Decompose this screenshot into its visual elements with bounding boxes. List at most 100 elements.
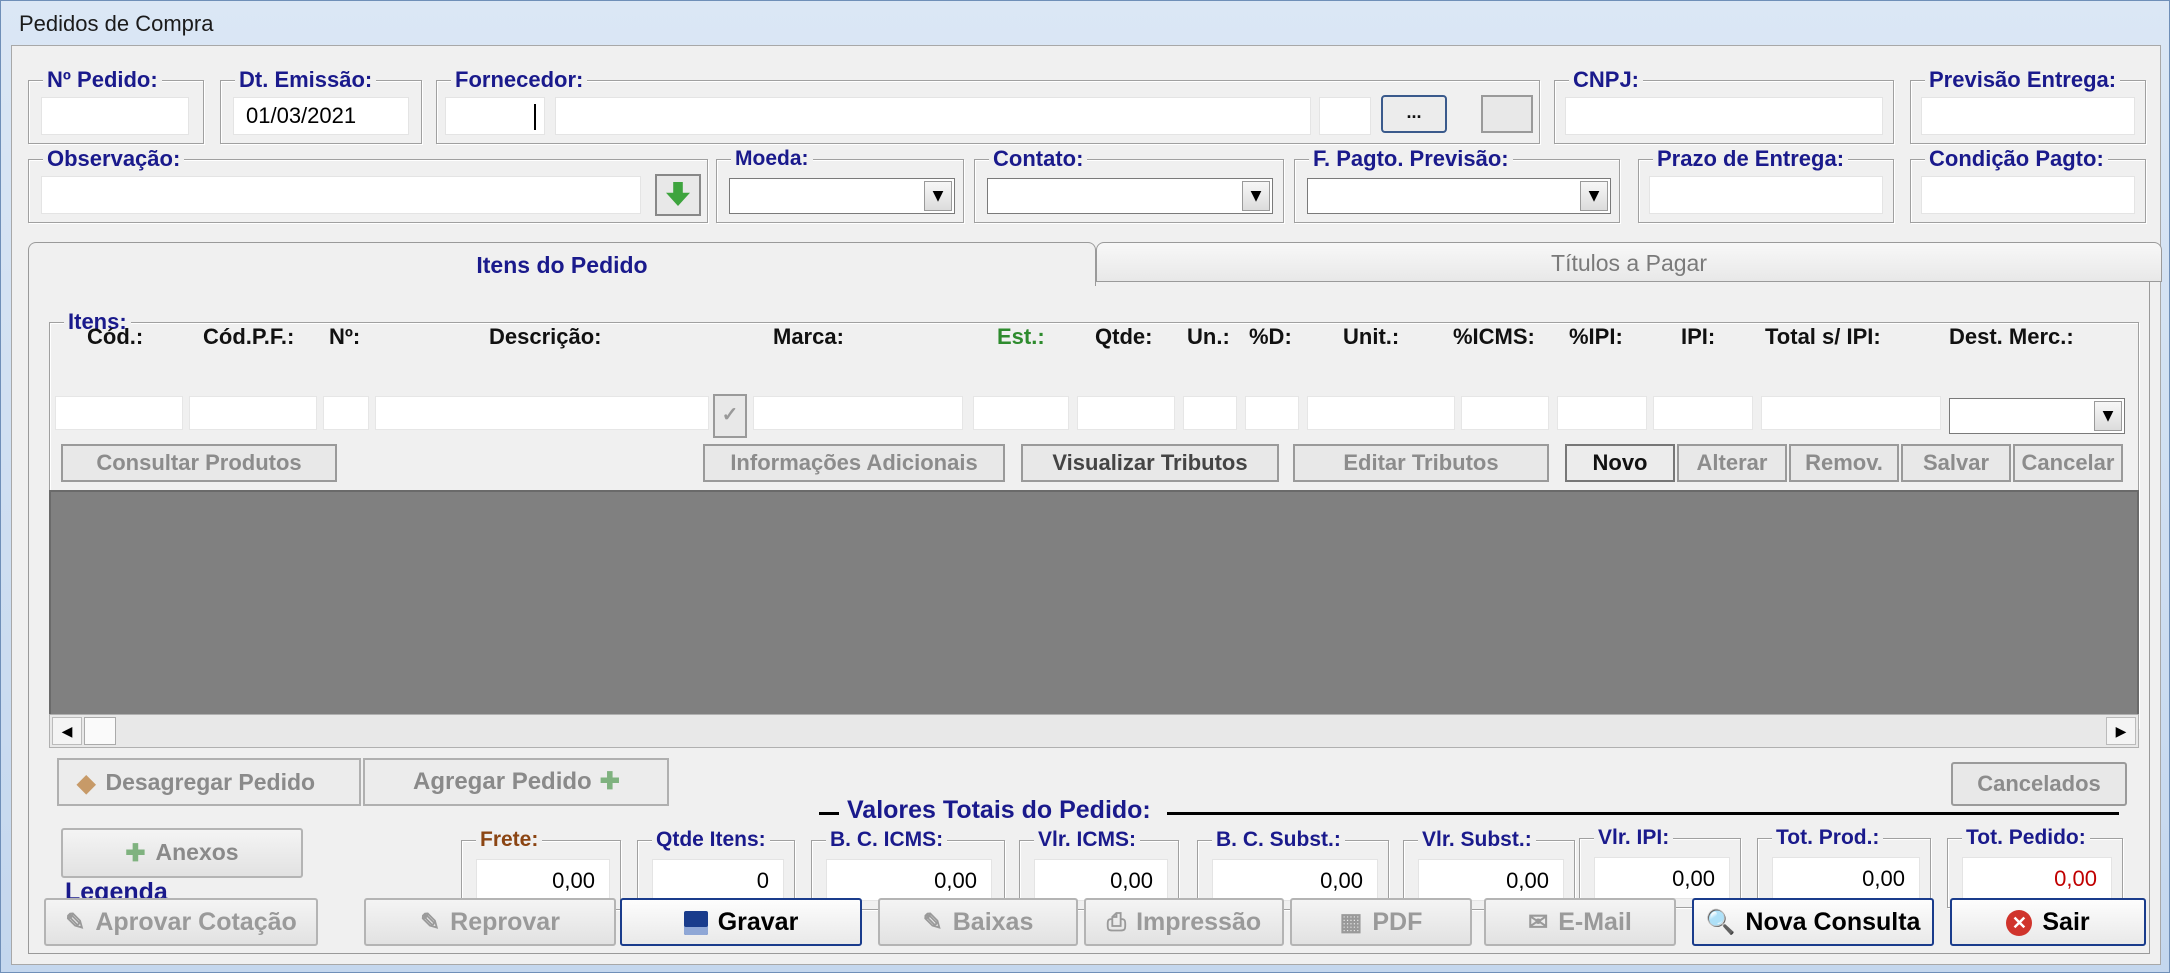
nova-consulta-button[interactable]: 🔍 Nova Consulta [1692,898,1934,946]
cancelados-button[interactable]: Cancelados [1951,762,2127,806]
fornecedor-name-input[interactable] [555,97,1311,135]
horizontal-scrollbar[interactable]: ◀ ▶ [49,714,2139,748]
scroll-right-icon[interactable]: ▶ [2106,717,2136,745]
agregar-pedido-button[interactable]: Agregar Pedido ✚ [363,758,669,806]
chevron-down-icon[interactable]: ▼ [1242,181,1270,211]
bc-icms-input[interactable]: 0,00 [826,859,992,901]
item-descricao-input[interactable] [375,396,709,430]
totais-title: Valores Totais do Pedido: [847,796,1151,824]
contato-select[interactable]: ▼ [987,178,1273,214]
label-vlr-ipi: Vlr. IPI: [1594,825,1674,851]
sair-button[interactable]: ✕ Sair [1950,898,2146,946]
col-qtde: Qtde: [1095,324,1153,349]
chevron-down-icon[interactable]: ▼ [2094,401,2122,431]
consultar-produtos-button[interactable]: Consultar Produtos [61,444,337,482]
aprovar-cotacao-button[interactable]: ✎ Aprovar Cotação [44,898,318,946]
previsao-input[interactable] [1921,97,2135,135]
tot-prod-input[interactable]: 0,00 [1772,857,1920,899]
col-marca: Marca: [773,324,844,349]
scroll-left-icon[interactable]: ◀ [52,717,82,745]
fornecedor-code-input[interactable] [445,97,545,135]
gravar-button[interactable]: Gravar [620,898,862,946]
impressao-button[interactable]: ⎙ Impressão [1084,898,1284,946]
bc-subst-input[interactable]: 0,00 [1212,859,1378,901]
scroll-thumb[interactable] [84,717,116,745]
item-est-input[interactable] [973,396,1069,430]
alterar-button[interactable]: Alterar [1677,444,1787,482]
pdf-button[interactable]: ▦ PDF [1290,898,1472,946]
item-icms-input[interactable] [1461,396,1549,430]
col-pd: %D: [1249,324,1292,349]
item-ipi-input[interactable] [1653,396,1753,430]
vlr-ipi-input[interactable]: 0,00 [1594,857,1730,899]
item-pd-input[interactable] [1245,396,1299,430]
fornecedor-browse-button[interactable]: ... [1381,95,1447,133]
fpagto-select[interactable]: ▼ [1307,178,1611,214]
label-fpagto: F. Pagto. Previsão: [1309,146,1513,172]
condicao-input[interactable] [1921,176,2135,214]
label-bc-subst: B. C. Subst.: [1212,827,1345,853]
fornecedor-extra-input[interactable] [1319,97,1371,135]
vlr-subst-input[interactable]: 0,00 [1418,859,1564,901]
cnpj-input[interactable] [1565,97,1883,135]
tab-label: Títulos a Pagar [1551,250,1707,276]
totais-line-left [819,812,839,815]
impressao-label: Impressão [1136,908,1262,936]
checklist-icon: ✓ [721,404,739,426]
chevron-down-icon[interactable]: ▼ [924,181,952,211]
puzzle-icon: ✚ [125,839,146,867]
remover-button[interactable]: Remov. [1789,444,1899,482]
frete-input[interactable]: 0,00 [476,859,610,901]
item-dest-select[interactable]: ▼ [1949,398,2125,434]
salvar-button[interactable]: Salvar [1901,444,2011,482]
item-descricao-lookup-button[interactable]: ✓ [713,394,747,438]
group-fpagto: F. Pagto. Previsão: ▼ [1294,146,1620,223]
baixas-label: Baixas [952,908,1034,936]
item-un-input[interactable] [1183,396,1237,430]
tot-pedido-input[interactable]: 0,00 [1962,857,2112,899]
fornecedor-clear-button[interactable] [1481,95,1533,133]
editar-tributos-button[interactable]: Editar Tributos [1293,444,1549,482]
group-moeda: Moeda: ▼ [716,146,964,223]
col-total: Total s/ IPI: [1765,324,1881,349]
pedido-input[interactable] [41,97,189,135]
vlr-icms-input[interactable]: 0,00 [1034,859,1168,901]
item-no-input[interactable] [323,396,369,430]
group-contato: Contato: ▼ [974,146,1284,223]
label-emissao: Dt. Emissão: [235,67,377,93]
item-codpf-input[interactable] [189,396,317,430]
sair-label: Sair [2042,908,2090,936]
group-observacao: Observação: [28,146,708,223]
observacao-expand-button[interactable] [655,174,701,216]
items-grid[interactable] [49,490,2139,748]
reprovar-button[interactable]: ✎ Reprovar [364,898,616,946]
label-pedido: Nº Pedido: [43,67,162,93]
visualizar-tributos-button[interactable]: Visualizar Tributos [1021,444,1279,482]
informacoes-adicionais-button[interactable]: Informações Adicionais [703,444,1005,482]
item-qtde-input[interactable] [1077,396,1175,430]
anexos-button[interactable]: ✚ Anexos [61,828,303,878]
item-cod-input[interactable] [55,396,183,430]
item-unit-input[interactable] [1307,396,1455,430]
moeda-select[interactable]: ▼ [729,178,955,214]
observacao-input[interactable] [41,176,641,214]
desagregar-pedido-button[interactable]: ◆ Desagregar Pedido [57,758,361,806]
qtde-itens-input[interactable]: 0 [652,859,784,901]
nova-consulta-label: Nova Consulta [1745,908,1921,936]
novo-button[interactable]: Novo [1565,444,1675,482]
tab-titulos-a-pagar[interactable]: Títulos a Pagar [1096,242,2162,282]
cancelar-item-button[interactable]: Cancelar [2013,444,2123,482]
col-descricao: Descrição: [489,324,602,349]
item-total-input[interactable] [1761,396,1941,430]
envelope-icon: ✉ [1528,909,1549,937]
tab-itens-do-pedido[interactable]: Itens do Pedido [28,242,1096,286]
chevron-down-icon[interactable]: ▼ [1580,181,1608,211]
floppy-disk-icon [683,911,708,936]
emissao-input[interactable]: 01/03/2021 [233,97,409,135]
email-button[interactable]: ✉ E-Mail [1484,898,1676,946]
prazo-input[interactable] [1649,176,1883,214]
item-pipi-input[interactable] [1557,396,1647,430]
item-marca-input[interactable] [753,396,963,430]
label-condicao: Condição Pagto: [1925,146,2108,172]
baixas-button[interactable]: ✎ Baixas [878,898,1078,946]
